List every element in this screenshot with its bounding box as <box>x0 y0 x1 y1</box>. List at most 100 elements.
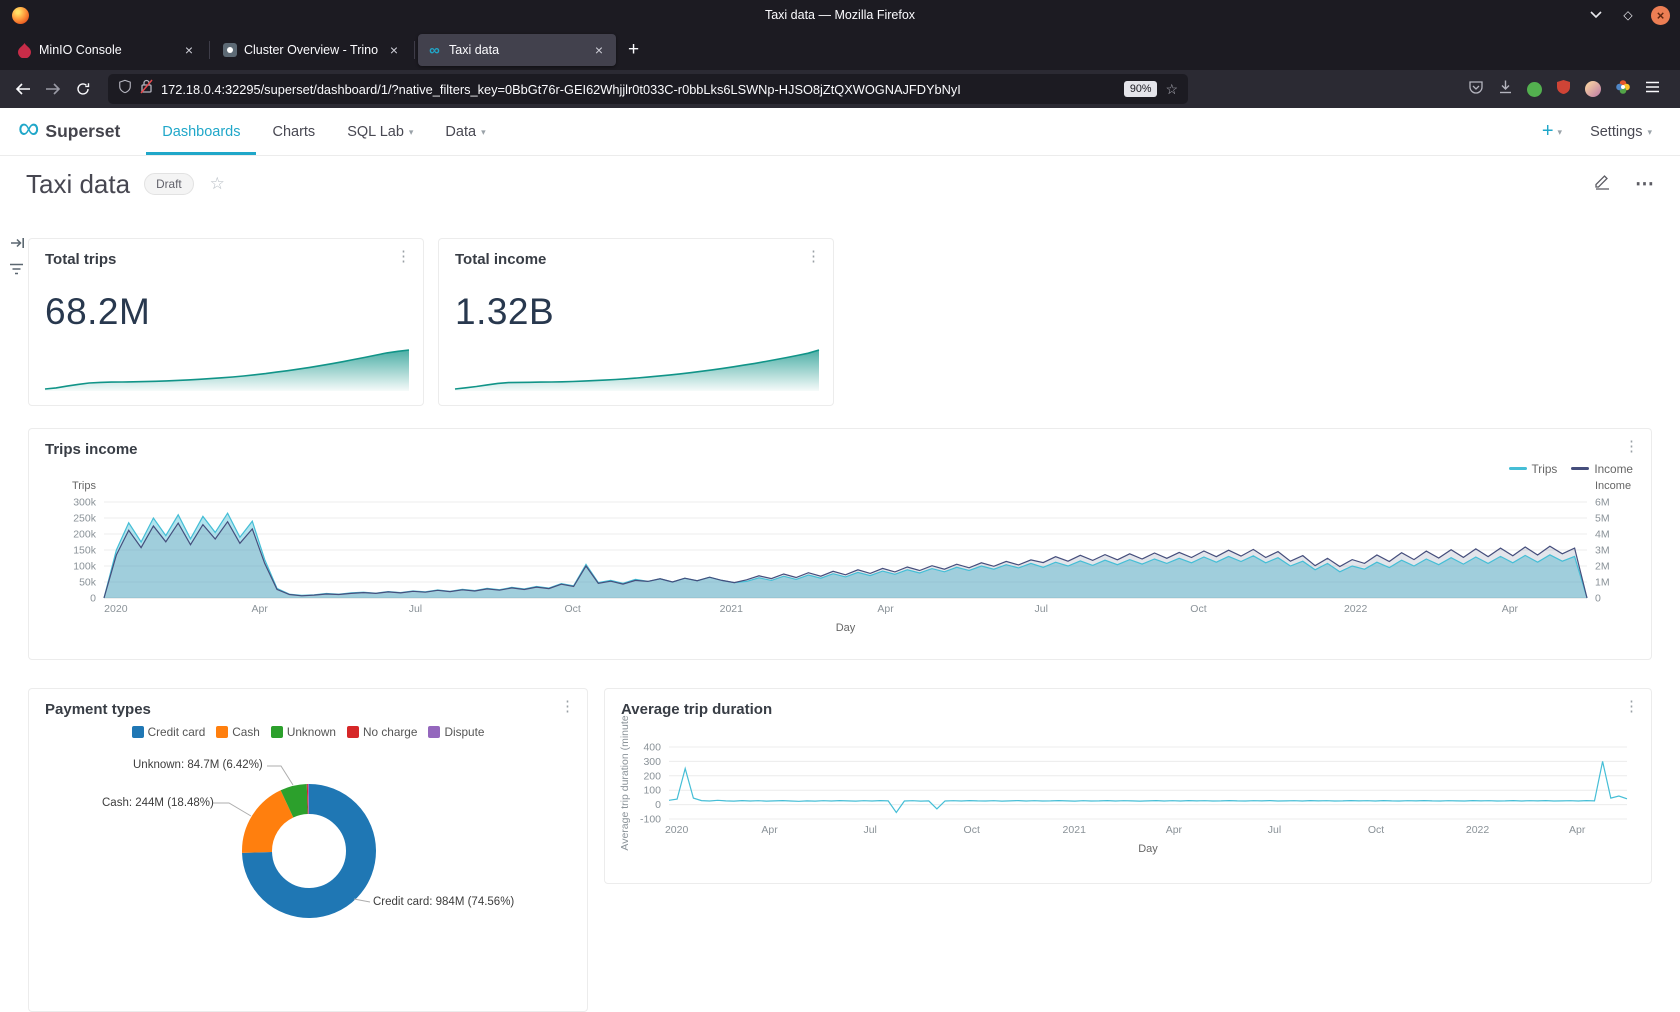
pocket-icon[interactable] <box>1468 79 1484 100</box>
svg-text:300: 300 <box>643 756 661 768</box>
settings-menu[interactable]: Settings ▾ <box>1590 124 1652 140</box>
bookmark-star-icon[interactable]: ☆ <box>1165 81 1178 98</box>
favorite-star-icon[interactable]: ☆ <box>210 174 225 194</box>
ublock-shield-icon[interactable] <box>1556 79 1571 100</box>
chart-card-total-income: Total income ⋮ 1.32B <box>438 238 834 406</box>
tab-separator <box>414 41 415 59</box>
new-tab-button[interactable]: + <box>616 39 651 61</box>
window-close-button[interactable]: × <box>1651 6 1670 25</box>
nav-sql-lab-label: SQL Lab <box>347 124 404 140</box>
big-number-value: 1.32B <box>455 291 554 333</box>
legend-item-cash[interactable]: Cash <box>216 725 260 739</box>
legend-item-no-charge[interactable]: No charge <box>347 725 417 739</box>
profile-avatar[interactable] <box>1585 81 1601 97</box>
svg-text:-100: -100 <box>640 814 661 826</box>
tab-taxi-data[interactable]: ∞ Taxi data × <box>418 34 616 66</box>
svg-text:Jul: Jul <box>1268 824 1281 836</box>
chart-options-menu-icon[interactable]: ⋮ <box>560 699 575 714</box>
status-badge: Draft <box>144 173 194 195</box>
tab-close-icon[interactable]: × <box>181 42 197 58</box>
chart-title: Average trip duration <box>621 701 772 718</box>
forward-button[interactable] <box>38 75 68 103</box>
chart-options-menu-icon[interactable]: ⋮ <box>1624 699 1639 714</box>
svg-text:2021: 2021 <box>1063 824 1087 836</box>
menu-hamburger-icon[interactable] <box>1645 80 1660 98</box>
zoom-level-badge[interactable]: 90% <box>1124 81 1158 97</box>
window-maximize-icon[interactable]: ◇ <box>1619 6 1637 24</box>
chart-title: Total income <box>455 251 546 268</box>
superset-infinity-icon: ∞ <box>18 114 39 144</box>
chart-legend: Trips Income <box>1509 462 1633 476</box>
brand-name: Superset <box>45 121 120 142</box>
svg-text:1M: 1M <box>1595 577 1610 589</box>
caret-down-icon: ▾ <box>1647 127 1652 138</box>
extension-pinwheel-icon[interactable] <box>1615 79 1631 100</box>
svg-text:2022: 2022 <box>1344 603 1368 615</box>
url-text[interactable]: 172.18.0.4:32295/superset/dashboard/1/?n… <box>161 82 1116 97</box>
svg-text:4M: 4M <box>1595 529 1610 541</box>
tab-minio-console[interactable]: MinIO Console × <box>8 34 206 66</box>
extension-green-icon[interactable] <box>1527 82 1542 97</box>
chart-title: Total trips <box>45 251 116 268</box>
svg-text:200: 200 <box>643 770 661 782</box>
svg-text:Income: Income <box>1595 480 1631 492</box>
y-axis-label: Average trip duration (minute <box>619 715 631 850</box>
legend-item-trips[interactable]: Trips <box>1509 462 1558 476</box>
edit-dashboard-icon[interactable] <box>1594 173 1611 195</box>
new-item-button[interactable]: +▾ <box>1542 120 1562 143</box>
legend-label: Cash <box>232 725 260 739</box>
trendline-sparkline <box>44 345 410 391</box>
reload-button[interactable] <box>68 75 98 103</box>
legend-item-dispute[interactable]: Dispute <box>428 725 484 739</box>
svg-text:Apr: Apr <box>1569 824 1586 836</box>
chart-legend: Credit card Cash Unknown No charge Dispu… <box>29 725 587 739</box>
nav-charts[interactable]: Charts <box>256 108 331 155</box>
big-number-value: 68.2M <box>45 291 150 333</box>
chart-card-total-trips: Total trips ⋮ 68.2M <box>28 238 424 406</box>
window-minimize-icon[interactable] <box>1587 6 1605 24</box>
caret-down-icon: ▾ <box>1558 127 1563 138</box>
legend-item-income[interactable]: Income <box>1571 462 1633 476</box>
svg-text:2021: 2021 <box>720 603 744 615</box>
svg-text:Oct: Oct <box>1190 603 1206 615</box>
filter-icon[interactable] <box>9 262 24 280</box>
tracking-protection-shield-icon[interactable] <box>118 79 132 99</box>
back-button[interactable] <box>8 75 38 103</box>
chart-options-menu-icon[interactable]: ⋮ <box>806 249 821 264</box>
tab-trino-cluster[interactable]: Cluster Overview - Trino × <box>213 34 411 66</box>
svg-text:Apr: Apr <box>1502 603 1519 615</box>
plus-label: + <box>1542 120 1554 143</box>
svg-text:Oct: Oct <box>1368 824 1384 836</box>
url-bar[interactable]: 172.18.0.4:32295/superset/dashboard/1/?n… <box>108 74 1188 104</box>
firefox-window: Taxi data — Mozilla Firefox ◇ × MinIO Co… <box>0 0 1680 1012</box>
svg-text:3M: 3M <box>1595 545 1610 557</box>
svg-text:Day: Day <box>836 622 856 634</box>
trendline-sparkline <box>454 345 820 391</box>
dashboard-menu-icon[interactable]: ⋯ <box>1635 173 1654 196</box>
svg-text:Jul: Jul <box>1035 603 1048 615</box>
svg-text:Apr: Apr <box>252 603 269 615</box>
chart-card-payment-types: Payment types ⋮ Credit card Cash Unknown… <box>28 688 588 1012</box>
svg-text:50k: 50k <box>79 577 97 589</box>
superset-favicon-icon: ∞ <box>427 43 442 58</box>
nav-data[interactable]: Data▾ <box>429 108 501 155</box>
legend-item-credit-card[interactable]: Credit card <box>132 725 206 739</box>
chart-options-menu-icon[interactable]: ⋮ <box>396 249 411 264</box>
nav-dashboards[interactable]: Dashboards <box>146 108 256 155</box>
caret-down-icon: ▾ <box>409 127 414 138</box>
tab-close-icon[interactable]: × <box>386 42 402 58</box>
nav-sql-lab[interactable]: SQL Lab ▾ <box>331 108 429 155</box>
svg-text:250k: 250k <box>73 513 97 525</box>
chart-options-menu-icon[interactable]: ⋮ <box>1624 439 1639 454</box>
superset-logo[interactable]: ∞ Superset <box>18 108 120 155</box>
downloads-icon[interactable] <box>1498 79 1513 99</box>
trino-favicon-icon <box>222 43 237 58</box>
tab-close-icon[interactable]: × <box>591 42 607 58</box>
trips-income-chart: 300k6M250k5M200k4M150k3M100k2M50k1M00Tri… <box>29 429 1651 659</box>
tab-title: Cluster Overview - Trino <box>244 43 379 57</box>
insecure-lock-icon[interactable] <box>140 79 153 99</box>
expand-filter-bar-icon[interactable] <box>10 236 25 255</box>
settings-label: Settings <box>1590 124 1642 140</box>
legend-item-unknown[interactable]: Unknown <box>271 725 336 739</box>
svg-text:5M: 5M <box>1595 513 1610 525</box>
